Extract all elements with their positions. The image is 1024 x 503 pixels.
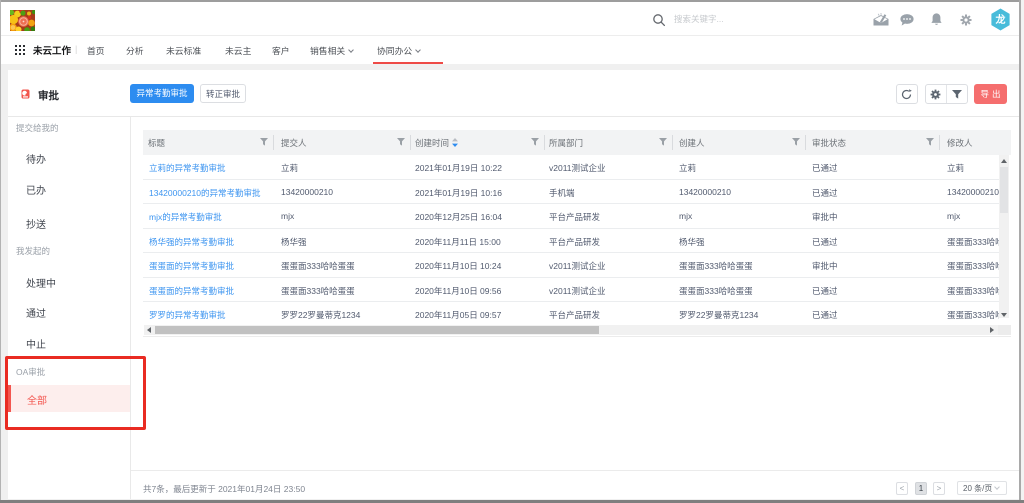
svg-text:龙: 龙 xyxy=(995,13,1006,26)
